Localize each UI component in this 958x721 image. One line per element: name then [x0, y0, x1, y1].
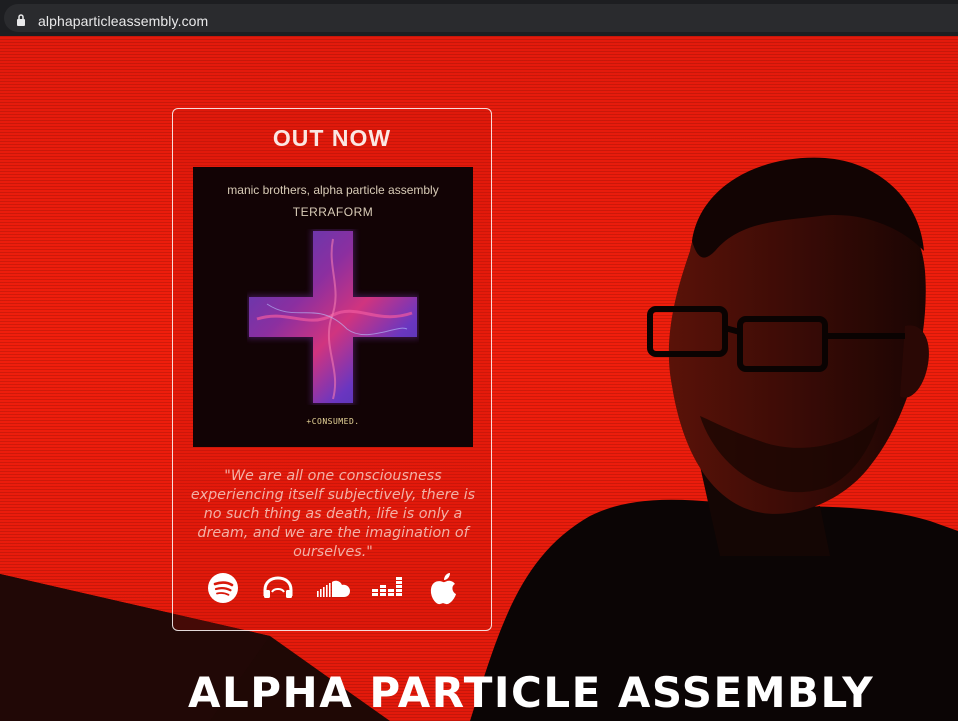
cover-album-title: TERRAFORM: [292, 205, 374, 219]
deezer-icon[interactable]: [371, 572, 405, 604]
apple-music-icon[interactable]: [427, 572, 459, 606]
url-field[interactable]: alphaparticleassembly.com: [4, 4, 958, 32]
quote-text: "We are all one consciousness experienci…: [190, 468, 476, 560]
browser-address-bar: alphaparticleassembly.com: [0, 0, 958, 36]
streaming-links: [203, 572, 473, 612]
out-now-heading: OUT NOW: [272, 125, 392, 151]
soundcloud-icon[interactable]: [316, 572, 352, 604]
cover-tagline: +CONSUMED.: [306, 417, 360, 426]
release-card: OUT NOW manic brothers, alpha particle a…: [172, 108, 492, 631]
cover-artists: manic brothers, alpha particle assembly: [227, 183, 439, 197]
lock-icon: [17, 14, 25, 26]
url-text: alphaparticleassembly.com: [38, 13, 209, 29]
album-cover[interactable]: manic brothers, alpha particle assembly …: [193, 167, 473, 447]
audiomack-icon[interactable]: [261, 572, 295, 604]
hero-section: OUT NOW manic brothers, alpha particle a…: [0, 36, 958, 721]
nebula-cross-art: [247, 229, 419, 405]
spotify-icon[interactable]: [207, 572, 239, 604]
brand-name: ALPHA PARTICLE ASSEMBLY: [188, 668, 875, 717]
